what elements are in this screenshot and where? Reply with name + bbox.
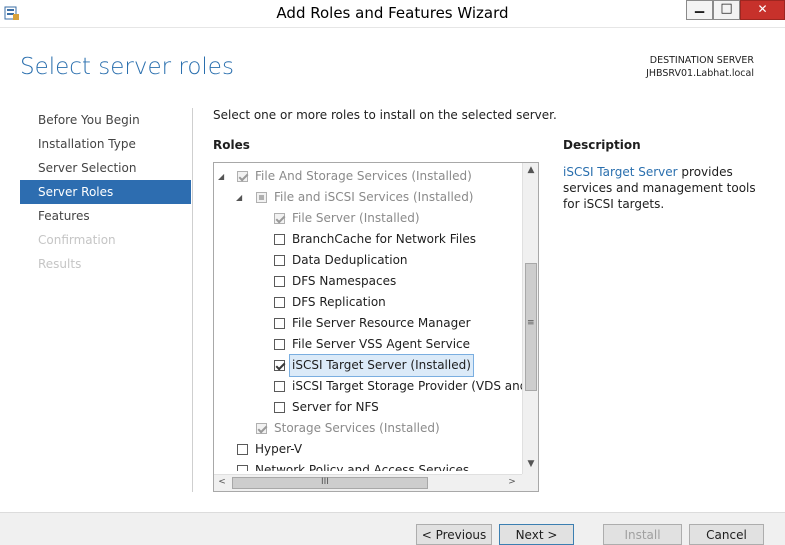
role-label: File Server (Installed) [292,211,420,225]
role-label: File Server Resource Manager [292,316,471,330]
close-icon: ✕ [757,2,768,16]
destination-server-info: DESTINATION SERVER JHBSRV01.Labhat.local [646,54,754,80]
role-checkbox[interactable] [274,234,285,245]
window-title: Add Roles and Features Wizard [276,4,509,22]
destination-server-name: JHBSRV01.Labhat.local [646,68,754,79]
role-tree-item[interactable]: File Server Resource Manager [214,313,522,334]
instruction-text: Select one or more roles to install on t… [213,108,557,122]
role-tree-item[interactable]: Network Policy and Access Services [214,460,522,471]
role-checkbox[interactable] [274,297,285,308]
expander-icon[interactable]: ◢ [218,166,224,187]
role-tree-item[interactable]: Storage Services (Installed) [214,418,522,439]
role-label: BranchCache for Network Files [292,232,477,246]
role-label: File Server VSS Agent Service [292,337,471,351]
horizontal-scrollbar[interactable]: < III > [214,474,522,491]
role-label: Data Deduplication [292,253,408,267]
role-checkbox[interactable] [274,339,285,350]
minimize-button[interactable]: ▁ [686,0,713,20]
description-heading: Description [563,138,641,152]
scroll-left-icon[interactable]: < [214,477,230,487]
scroll-grip-icon: ≡ [527,318,535,328]
cancel-button[interactable]: Cancel [689,524,764,545]
role-checkbox[interactable] [237,444,248,455]
install-button: Install [603,524,682,545]
nav-item-features[interactable]: Features [20,204,191,228]
scroll-grip-h-icon: III [321,477,329,487]
vertical-scroll-thumb[interactable]: ≡ [525,263,537,391]
maximize-icon: □ [720,1,733,16]
horizontal-scroll-thumb[interactable]: III [232,477,428,489]
role-label: Network Policy and Access Services [255,463,470,471]
role-tree-item[interactable]: Data Deduplication [214,250,522,271]
role-checkbox [274,213,285,224]
role-checkbox[interactable] [274,360,285,371]
role-tree-item[interactable]: File Server VSS Agent Service [214,334,522,355]
page-title: Select server roles [20,54,234,80]
nav-item-confirmation: Confirmation [38,233,116,247]
wizard-nav: Before You Begin Installation Type Serve… [20,108,191,276]
nav-divider [192,108,193,492]
role-label: File and iSCSI Services (Installed) [274,190,474,204]
role-checkbox[interactable] [274,318,285,329]
previous-button[interactable]: < Previous [416,524,492,545]
role-checkbox [237,171,248,182]
next-button[interactable]: Next > [499,524,574,545]
expander-icon[interactable]: ◢ [236,187,242,208]
role-checkbox [256,423,267,434]
nav-item-results: Results [38,257,82,271]
role-checkbox[interactable] [274,276,285,287]
role-label: DFS Namespaces [292,274,397,288]
nav-item-server-selection[interactable]: Server Selection [20,156,191,180]
destination-server-label: DESTINATION SERVER [649,55,754,66]
role-checkbox[interactable] [274,255,285,266]
minimize-icon: ▁ [694,0,705,13]
role-tree-item[interactable]: iSCSI Target Storage Provider (VDS and V… [214,376,522,397]
role-checkbox [256,192,267,203]
role-tree-item[interactable]: DFS Namespaces [214,271,522,292]
role-tree-item[interactable]: Server for NFS [214,397,522,418]
scrollbar-corner [522,474,538,491]
role-checkbox[interactable] [274,381,285,392]
nav-item-server-roles[interactable]: Server Roles [20,180,191,204]
role-tree-item[interactable]: ◢ File and iSCSI Services (Installed) [214,187,522,208]
role-label: Hyper-V [255,442,303,456]
role-label: iSCSI Target Storage Provider (VDS and V… [292,379,522,393]
role-tree-item[interactable]: iSCSI Target Server (Installed) [214,354,522,377]
description-link[interactable]: iSCSI Target Server [563,165,678,179]
role-checkbox[interactable] [274,402,285,413]
maximize-button[interactable]: □ [713,0,740,20]
close-button[interactable]: ✕ [740,0,785,20]
role-tree-item[interactable]: BranchCache for Network Files [214,229,522,250]
role-label: File And Storage Services (Installed) [255,169,472,183]
description-text: iSCSI Target Server provides services an… [563,164,768,212]
roles-heading: Roles [213,138,250,152]
role-tree-item[interactable]: Hyper-V [214,439,522,460]
scroll-up-icon[interactable]: ▲ [523,165,538,175]
scroll-down-icon[interactable]: ▼ [523,459,538,469]
role-tree-item[interactable]: ◢ File And Storage Services (Installed) [214,166,522,187]
role-tree-item[interactable]: File Server (Installed) [214,208,522,229]
roles-tree-rows: ◢ File And Storage Services (Installed) ◢ F… [214,166,522,471]
role-label: Storage Services (Installed) [274,421,440,435]
role-checkbox[interactable] [237,465,248,471]
role-label: Server for NFS [292,400,379,414]
nav-item-installation-type[interactable]: Installation Type [20,132,191,156]
role-tree-item[interactable]: DFS Replication [214,292,522,313]
nav-item-before-you-begin[interactable]: Before You Begin [20,108,191,132]
role-label: iSCSI Target Server (Installed) [289,354,474,377]
scroll-right-icon[interactable]: > [504,477,520,487]
vertical-scrollbar[interactable]: ▲ ≡ ▼ [522,163,538,474]
role-label: DFS Replication [292,295,386,309]
roles-tree: ◢ File And Storage Services (Installed) ◢ F… [213,162,539,492]
